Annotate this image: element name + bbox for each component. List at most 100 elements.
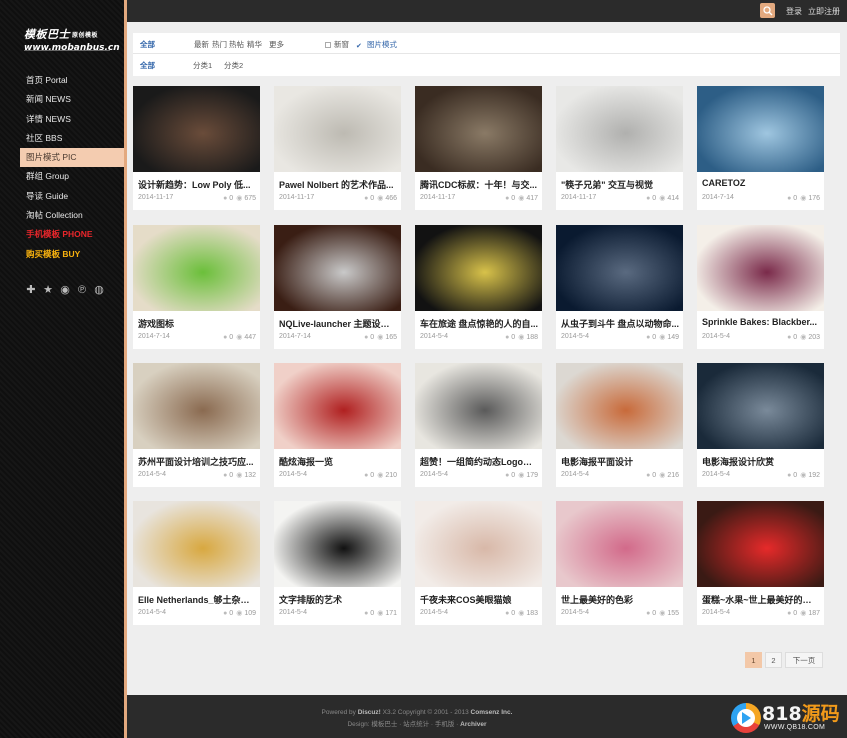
filter-latest[interactable]: 最新	[194, 39, 209, 50]
post-thumbnail[interactable]	[697, 86, 824, 172]
post-thumbnail[interactable]	[697, 225, 824, 311]
post-card[interactable]: 千夜未来COS美眼猫娘 2014-5-4 ● 0 ◉ 183	[415, 501, 542, 625]
comsenz-link[interactable]: Comsenz Inc.	[471, 709, 513, 716]
site-logo[interactable]: 模板巴士 原创模板 www.mobanbus.cn	[24, 26, 120, 53]
nav-item[interactable]: 首页 Portal	[20, 71, 124, 90]
post-thumbnail[interactable]	[133, 86, 260, 172]
nav-item[interactable]: 手机模板 PHONE	[20, 225, 124, 244]
post-thumbnail[interactable]	[697, 501, 824, 587]
post-thumbnail[interactable]	[556, 363, 683, 449]
nav-item[interactable]: 图片模式 PIC	[20, 148, 124, 168]
post-title[interactable]: 文字排版的艺术	[279, 593, 397, 606]
reply-count: 0	[511, 610, 516, 617]
post-card[interactable]: 电影海报平面设计 2014-5-4 ● 0 ◉ 216	[556, 363, 683, 487]
post-title[interactable]: 游戏图标	[138, 317, 256, 330]
login-link[interactable]: 登录	[786, 6, 802, 17]
post-thumbnail[interactable]	[415, 225, 542, 311]
post-thumbnail[interactable]	[133, 501, 260, 587]
new-window-checkbox[interactable]: 新窗	[325, 39, 349, 50]
plus-icon[interactable]: ✚	[24, 283, 38, 297]
post-card[interactable]: Pawel Nolbert 的艺术作品... 2014-11-17 ● 0 ◉ 466	[274, 86, 401, 210]
filter-more[interactable]: 更多	[269, 39, 284, 50]
post-thumbnail[interactable]	[697, 363, 824, 449]
star-icon[interactable]: ★	[41, 283, 55, 297]
post-title[interactable]: 世上最美好的色彩	[561, 593, 679, 606]
post-thumbnail[interactable]	[415, 363, 542, 449]
designer-link[interactable]: 模板巴士	[371, 721, 397, 728]
post-card[interactable]: 设计新趋势：Low Poly 低... 2014-11-17 ● 0 ◉ 675	[133, 86, 260, 210]
post-card[interactable]: 酷炫海报一览 2014-5-4 ● 0 ◉ 210	[274, 363, 401, 487]
nav-item[interactable]: 社区 BBS	[20, 129, 124, 148]
nav-item[interactable]: 购买模板 BUY	[20, 245, 124, 264]
post-card[interactable]: 从虫子到斗牛 盘点以动物命... 2014-5-4 ● 0 ◉ 149	[556, 225, 683, 349]
post-thumbnail[interactable]	[274, 86, 401, 172]
post-thumbnail[interactable]	[415, 86, 542, 172]
post-thumbnail[interactable]	[133, 363, 260, 449]
post-title[interactable]: 苏州平面设计培训之技巧应...	[138, 455, 256, 468]
post-thumbnail[interactable]	[556, 501, 683, 587]
post-title[interactable]: Pawel Nolbert 的艺术作品...	[279, 178, 397, 191]
post-thumbnail[interactable]	[556, 86, 683, 172]
post-title[interactable]: 设计新趋势：Low Poly 低...	[138, 178, 256, 191]
post-card[interactable]: 蛋糕~水果~世上最美好的色彩 2014-5-4 ● 0 ◉ 187	[697, 501, 824, 625]
post-card[interactable]: 腾讯CDC标叔：十年！与交... 2014-11-17 ● 0 ◉ 417	[415, 86, 542, 210]
post-card[interactable]: CARETOZ 2014-7-14 ● 0 ◉ 176	[697, 86, 824, 210]
post-thumbnail[interactable]	[133, 225, 260, 311]
post-title[interactable]: "筷子兄弟" 交互与视觉	[561, 178, 679, 191]
post-title[interactable]: 酷炫海报一览	[279, 455, 397, 468]
post-card[interactable]: "筷子兄弟" 交互与视觉 2014-11-17 ● 0 ◉ 414	[556, 86, 683, 210]
post-title[interactable]: NQLive-launcher 主题设计...	[279, 317, 397, 330]
next-page-button[interactable]: 下一页	[785, 652, 823, 668]
page-1-button[interactable]: 1	[745, 652, 762, 668]
filter-hot[interactable]: 热门	[212, 39, 227, 50]
post-title[interactable]: 超赞！一组简约动态Logo设计	[420, 455, 538, 468]
post-title[interactable]: 蛋糕~水果~世上最美好的色彩	[702, 593, 820, 606]
post-title[interactable]: Sprinkle Bakes: Blackber...	[702, 317, 820, 327]
post-title[interactable]: 车在旅途 盘点惊艳的人的自...	[420, 317, 538, 330]
category-1[interactable]: 分类1	[193, 60, 212, 71]
post-thumbnail[interactable]	[274, 501, 401, 587]
pic-mode-checkbox[interactable]: ✔ 图片模式	[356, 39, 397, 50]
post-card[interactable]: NQLive-launcher 主题设计... 2014-7-14 ● 0 ◉ 165	[274, 225, 401, 349]
post-thumbnail[interactable]	[274, 225, 401, 311]
post-thumbnail[interactable]	[274, 363, 401, 449]
page-2-button[interactable]: 2	[765, 652, 782, 668]
wechat-icon[interactable]: ◍	[92, 283, 106, 297]
search-button[interactable]	[760, 3, 775, 18]
post-title[interactable]: Elle Netherlands_够土杂志...	[138, 593, 256, 606]
view-count: 171	[385, 610, 397, 617]
nav-item[interactable]: 导读 Guide	[20, 187, 124, 206]
post-title[interactable]: 千夜未来COS美眼猫娘	[420, 593, 538, 606]
post-card[interactable]: 文字排版的艺术 2014-5-4 ● 0 ◉ 171	[274, 501, 401, 625]
post-card[interactable]: 世上最美好的色彩 2014-5-4 ● 0 ◉ 155	[556, 501, 683, 625]
post-title[interactable]: 从虫子到斗牛 盘点以动物命...	[561, 317, 679, 330]
post-card[interactable]: 游戏图标 2014-7-14 ● 0 ◉ 447	[133, 225, 260, 349]
post-title[interactable]: CARETOZ	[702, 178, 820, 188]
post-card[interactable]: Elle Netherlands_够土杂志... 2014-5-4 ● 0 ◉ 109	[133, 501, 260, 625]
post-thumbnail[interactable]	[415, 501, 542, 587]
nav-item[interactable]: 淘帖 Collection	[20, 206, 124, 225]
filter-hot-posts[interactable]: 热帖	[229, 39, 244, 50]
post-card[interactable]: Sprinkle Bakes: Blackber... 2014-5-4 ● 0 ◉ 20…	[697, 225, 824, 349]
post-thumbnail[interactable]	[556, 225, 683, 311]
nav-item[interactable]: 新闻 NEWS	[20, 90, 124, 109]
filter-all[interactable]: 全部	[140, 39, 155, 50]
post-card[interactable]: 超赞！一组简约动态Logo设计 2014-5-4 ● 0 ◉ 179	[415, 363, 542, 487]
footer-links: Design: 模板巴士 · 站点统计 · 手机版 · Archiver	[347, 721, 487, 728]
category-2[interactable]: 分类2	[224, 60, 243, 71]
weibo-icon[interactable]: ◉	[58, 283, 72, 297]
register-link[interactable]: 立即注册	[808, 6, 840, 17]
post-title[interactable]: 腾讯CDC标叔：十年！与交...	[420, 178, 538, 191]
discuz-link[interactable]: Discuz!	[358, 709, 381, 716]
category-all[interactable]: 全部	[140, 60, 155, 71]
nav-item[interactable]: 详情 NEWS	[20, 110, 124, 129]
nav-item[interactable]: 群组 Group	[20, 167, 124, 186]
post-card[interactable]: 电影海报设计欣赏 2014-5-4 ● 0 ◉ 192	[697, 363, 824, 487]
post-title[interactable]: 电影海报设计欣赏	[702, 455, 820, 468]
post-title[interactable]: 电影海报平面设计	[561, 455, 679, 468]
archiver-link[interactable]: Archiver	[460, 721, 486, 728]
filter-digest[interactable]: 精华	[247, 39, 262, 50]
tencent-weibo-icon[interactable]: ℗	[75, 283, 89, 297]
post-card[interactable]: 车在旅途 盘点惊艳的人的自... 2014-5-4 ● 0 ◉ 188	[415, 225, 542, 349]
post-card[interactable]: 苏州平面设计培训之技巧应... 2014-5-4 ● 0 ◉ 132	[133, 363, 260, 487]
